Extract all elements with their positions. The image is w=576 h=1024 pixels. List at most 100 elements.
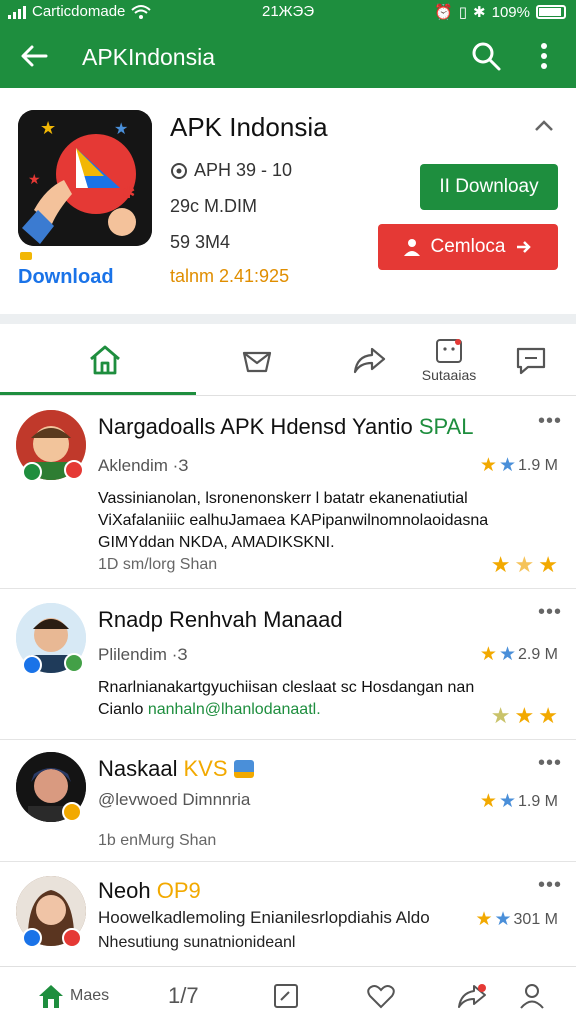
review-card[interactable]: Rnadp Renhvah Manaad ••• Plilendim ·З ★ ★… — [0, 589, 576, 740]
star-icon: ★ — [498, 791, 516, 812]
review-rating: ★ ★ 301 M — [475, 909, 558, 930]
app-bar: APKIndonsia — [0, 26, 576, 88]
download-link[interactable]: Download — [18, 266, 114, 289]
review-card[interactable]: Naskaal KVS ••• @levwoed Dimnnria ★ ★ 1.9 M… — [0, 740, 576, 862]
nav-profile[interactable] — [518, 979, 546, 1013]
star-icon: ★ — [498, 644, 516, 665]
search-icon[interactable] — [468, 38, 504, 74]
battery-level: 109% — [491, 3, 530, 21]
review-more-icon[interactable]: ••• — [538, 874, 562, 897]
heart-icon — [367, 985, 395, 1009]
nav-updates[interactable]: 1/7 — [168, 979, 199, 1013]
star-icon: ★ — [479, 644, 497, 665]
review-more-icon[interactable]: ••• — [538, 410, 562, 433]
section-divider — [0, 314, 576, 324]
signal-icon — [8, 5, 26, 19]
home-icon — [39, 985, 63, 1008]
app-icon[interactable]: ★ ★ ★ ✱ — [18, 110, 152, 246]
star-icon: ★ — [490, 552, 511, 577]
star-icon: ★ — [490, 703, 511, 728]
carrier-name: Carticdomade — [32, 3, 126, 20]
chat-box-icon — [436, 339, 462, 363]
person-icon — [403, 239, 420, 256]
review-author: Nargadoalls APK Hdensd Yantio SPAL — [98, 414, 474, 439]
review-meta: Aklendim ·З — [98, 456, 189, 475]
tab-comments[interactable] — [466, 324, 576, 396]
bottom-nav: Maes 1/7 — [0, 966, 576, 1024]
tab-bar: Sutaaias — [0, 324, 576, 396]
star-icon: ★ — [514, 552, 535, 577]
review-meta: Plilendim ·З — [98, 645, 188, 664]
review-footer: 1b enMurg Shan — [98, 832, 217, 849]
nav-favorites[interactable] — [366, 979, 396, 1013]
star-rating: ★ ★ ★ — [491, 552, 558, 578]
nav-home-label: Maes — [70, 987, 110, 1004]
camera-badge-icon — [64, 460, 84, 480]
review-more-icon[interactable]: ••• — [538, 601, 562, 624]
review-meta: @levwoed Dimnnria — [98, 790, 251, 809]
review-rating: ★ ★ 1.9 M — [479, 791, 558, 812]
home-icon — [90, 345, 120, 375]
share-icon — [353, 347, 386, 374]
download-button[interactable]: II Downloay — [420, 164, 558, 210]
badge-icon — [62, 928, 82, 948]
star-icon: ★ — [494, 909, 512, 930]
version-text: APH 39 - 10 — [194, 160, 293, 180]
review-author: Rnadp Renhvah Manaad — [98, 607, 343, 632]
vibrate-icon: ▯ — [458, 4, 468, 21]
download-indicator — [20, 252, 32, 260]
comment-icon — [516, 347, 546, 375]
star-icon: ★ — [514, 703, 535, 728]
share-icon — [458, 984, 486, 1008]
review-text: Rnarlnianakartgyuchiisan cleslaat sc Hos… — [98, 679, 475, 718]
tab-mail[interactable] — [192, 324, 322, 396]
verified-badge-icon — [22, 462, 42, 482]
review-card[interactable]: Neoh OP9 ••• Hoowelkadlemoling Enianiles… — [0, 862, 576, 966]
svg-text:★: ★ — [28, 171, 41, 187]
battery-icon — [536, 5, 566, 19]
star-icon: ★ — [475, 909, 493, 930]
review-meta: Hoowelkadlemoling Enianilesrlopdiahis Al… — [98, 908, 430, 927]
nav-share[interactable] — [456, 979, 488, 1013]
clock: 21ЖЭЭ — [262, 3, 315, 20]
install-button[interactable]: Cemloca — [378, 224, 558, 270]
back-arrow-icon[interactable] — [16, 38, 52, 74]
review-card[interactable]: Nargadoalls APK Hdensd Yantio SPAL ••• A… — [0, 396, 576, 589]
arrow-right-icon — [517, 241, 532, 253]
review-author: Naskaal KVS — [98, 756, 254, 782]
app-downloads: 29c M.DIM — [170, 196, 258, 216]
install-button-label: Cemloca — [430, 236, 506, 257]
wifi-icon — [131, 4, 152, 19]
app-date: talnm 2.41:925 — [170, 266, 290, 286]
app-name: APK Indonsia — [170, 112, 328, 142]
review-footer: Nhesutiung sunatnionideanl — [98, 934, 296, 951]
more-vert-icon[interactable] — [530, 38, 558, 74]
svg-text:★: ★ — [114, 121, 128, 138]
profile-icon — [520, 984, 544, 1009]
check-badge-icon — [64, 653, 84, 673]
svg-text:★: ★ — [40, 118, 56, 138]
chevron-up-icon[interactable] — [530, 112, 558, 140]
review-author: Neoh OP9 — [98, 878, 201, 903]
star-icon: ★ — [538, 552, 558, 577]
star-rating: ★ ★ ★ — [491, 703, 558, 729]
app-size: 59 3M4 — [170, 232, 231, 252]
nav-updates-label: 1/7 — [168, 983, 199, 1008]
tab-home[interactable] — [40, 324, 170, 396]
star-icon: ★ — [538, 703, 558, 728]
nav-home[interactable]: Maes — [36, 979, 109, 1013]
verified-badge-icon — [22, 928, 42, 948]
app-version: APH 39 - 10 — [170, 160, 292, 181]
star-icon: ★ — [479, 791, 497, 812]
svg-text:✱: ✱ — [122, 185, 135, 202]
badge-icon — [62, 802, 82, 822]
grid-icon — [274, 984, 298, 1008]
bluetooth-icon: ✱ — [473, 4, 486, 21]
review-rating: ★ ★ 1.9 M — [479, 455, 558, 476]
review-more-icon[interactable]: ••• — [538, 752, 562, 775]
verified-badge-icon — [22, 655, 42, 675]
review-rating: ★ ★ 2.9 M — [479, 644, 558, 665]
review-footer: 1D sm/lorg Shan — [98, 556, 218, 573]
nav-apps[interactable] — [272, 979, 300, 1013]
image-icon — [233, 760, 254, 778]
